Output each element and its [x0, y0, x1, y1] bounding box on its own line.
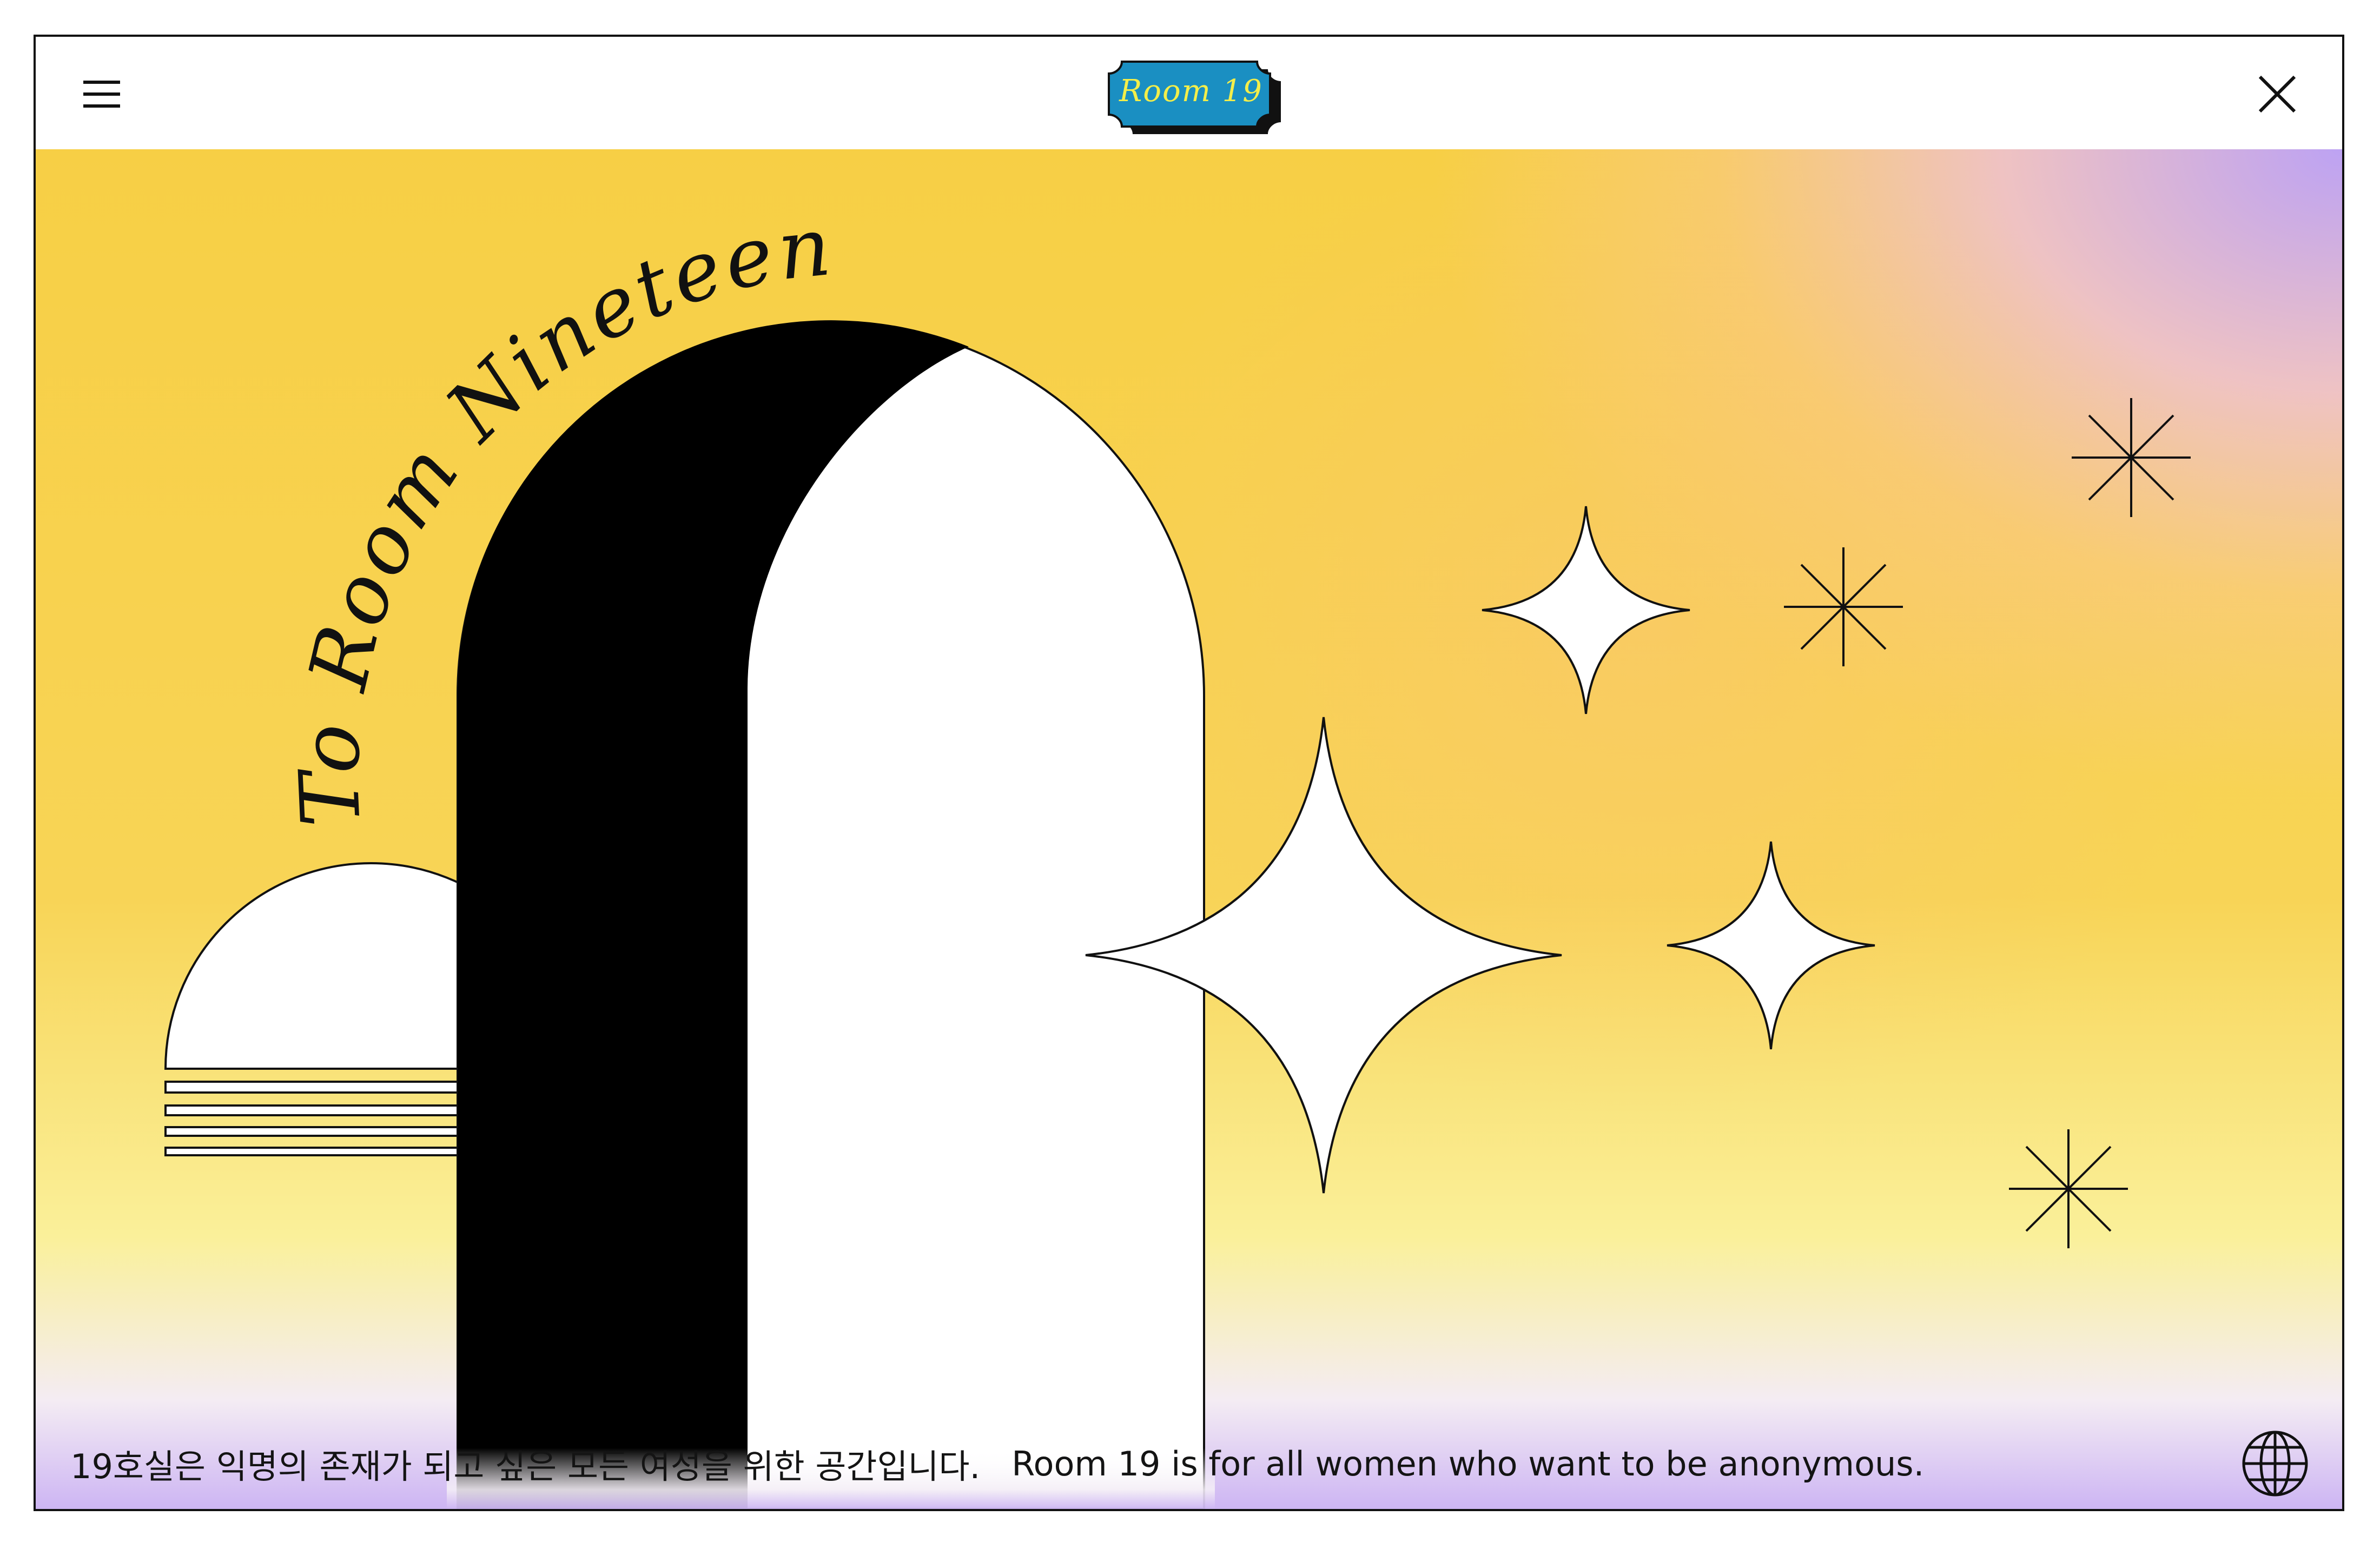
hamburger-menu-icon[interactable] — [80, 72, 123, 116]
room19-logo[interactable]: Room 19 — [1099, 56, 1323, 136]
top-navigation-bar: Room 19 — [36, 37, 2342, 151]
globe-icon[interactable] — [2237, 1426, 2313, 1501]
caption-korean: 19호실은 익명의 존재가 되고 싶은 모든 여성을 위한 공간입니다. — [70, 1447, 981, 1486]
arched-doorway-illustration — [447, 320, 1215, 1509]
app-window: Room 19 To Room Nineteen 19호실은 익명의 존재가 되… — [34, 35, 2344, 1511]
logo-text: Room 19 — [1119, 73, 1263, 109]
hero-canvas: To Room Nineteen 19호실은 익명의 존재가 되고 싶은 모든 … — [36, 149, 2342, 1509]
close-icon[interactable] — [2256, 72, 2299, 116]
asterisk-sparkles-illustration — [1784, 398, 2191, 1248]
hero-caption: 19호실은 익명의 존재가 되고 싶은 모든 여성을 위한 공간입니다. Roo… — [70, 1437, 1924, 1491]
hero-illustration: To Room Nineteen — [164, 199, 2191, 1509]
caption-english: Room 19 is for all women who want to be … — [1012, 1444, 1925, 1484]
